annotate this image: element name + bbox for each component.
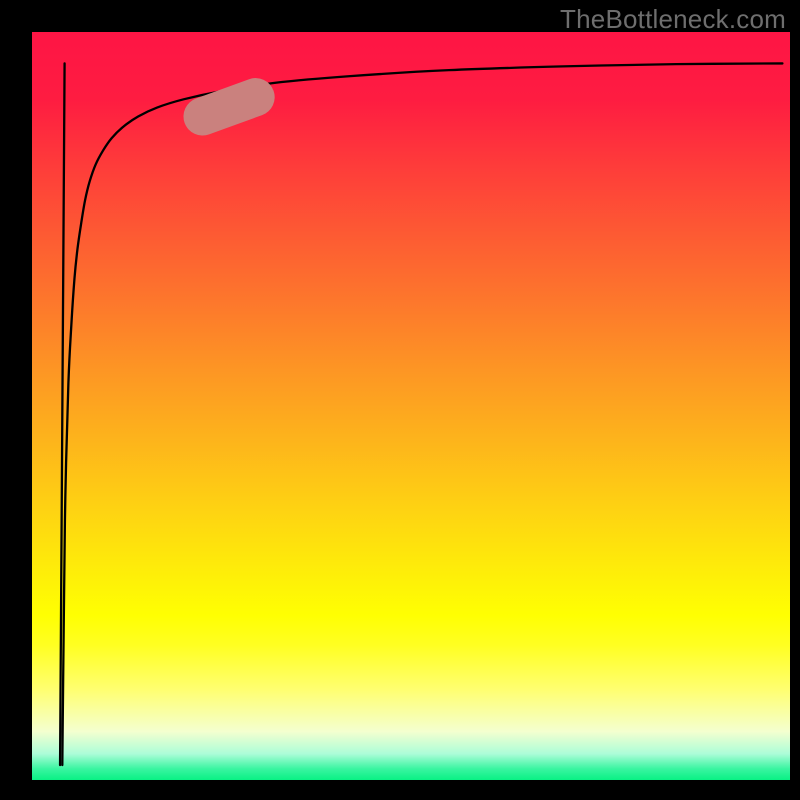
watermark-text: TheBottleneck.com xyxy=(560,4,786,35)
plot-background xyxy=(32,32,790,780)
chart-frame: TheBottleneck.com xyxy=(0,0,800,800)
chart-svg xyxy=(0,0,800,800)
